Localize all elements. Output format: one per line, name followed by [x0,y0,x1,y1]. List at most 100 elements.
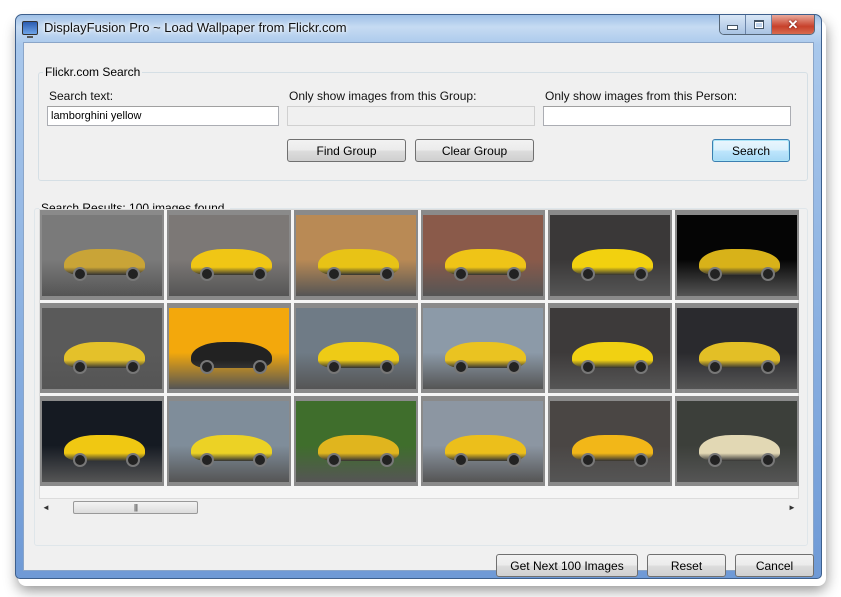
find-group-button[interactable]: Find Group [287,139,406,162]
thumbnail-image [296,401,416,482]
thumbnail-item[interactable] [294,396,418,486]
wheel-shape [761,452,775,467]
thumbnail-image [423,401,543,482]
wheel-shape [200,266,215,281]
wheel-shape [761,359,775,374]
wheel-shape [126,452,140,467]
thumbnail-image [42,401,162,482]
thumbnail-image [42,308,162,389]
wheel-shape [73,359,88,374]
wheel-shape [380,266,394,281]
scroll-right-icon[interactable]: ► [787,502,797,513]
thumbnail-image [550,215,670,296]
thumbnail-image [677,215,797,296]
flickr-search-group-title: Flickr.com Search [45,65,141,79]
search-text-input[interactable] [47,106,279,126]
thumbnail-image [169,215,289,296]
scrollbar-thumb[interactable]: ||| [73,501,198,514]
thumbnail-image [677,308,797,389]
thumbnail-item[interactable] [421,210,545,300]
thumbnail-image [296,308,416,389]
wheel-shape [126,359,140,374]
wheel-shape [73,266,88,281]
thumbnail-item[interactable] [548,396,672,486]
maximize-button[interactable] [746,15,772,34]
wheel-shape [454,452,469,467]
thumbnail-list[interactable] [39,209,799,499]
wheel-shape [253,266,267,281]
cancel-button[interactable]: Cancel [735,554,814,577]
thumbnail-item[interactable] [548,303,672,393]
wheel-shape [634,266,648,281]
grip-icon: ||| [133,503,138,512]
group-filter-label: Only show images from this Group: [289,89,477,103]
wheel-shape [200,359,215,374]
wheel-shape [708,452,723,467]
wheel-shape [454,359,469,374]
thumbnail-item[interactable] [294,303,418,393]
thumbnail-item[interactable] [675,210,799,300]
monitor-icon [22,21,38,38]
thumbnail-item[interactable] [167,303,291,393]
thumbnail-item[interactable] [548,210,672,300]
horizontal-scrollbar[interactable]: ◄ ||| ► [39,499,799,516]
title-bar[interactable]: DisplayFusion Pro ~ Load Wallpaper from … [16,15,821,42]
dialog-client-area: Flickr.com Search Search text: Only show… [23,42,814,577]
wheel-shape [507,266,521,281]
get-next-images-button[interactable]: Get Next 100 Images [496,554,638,577]
wheel-shape [380,359,394,374]
clear-group-button[interactable]: Clear Group [415,139,534,162]
wheel-shape [708,359,723,374]
wheel-shape [708,266,723,281]
thumbnail-image [550,308,670,389]
wheel-shape [581,266,596,281]
wheel-shape [761,266,775,281]
wheel-shape [454,266,469,281]
wheel-shape [581,452,596,467]
thumbnail-item[interactable] [421,396,545,486]
thumbnail-image [42,215,162,296]
thumbnail-grid [40,210,799,486]
wheel-shape [200,452,215,467]
wheel-shape [327,452,342,467]
wheel-shape [73,452,88,467]
person-filter-input[interactable] [543,106,791,126]
caption-buttons: ✕ [719,15,815,35]
wheel-shape [126,266,140,281]
wheel-shape [380,452,394,467]
maximize-icon [753,20,764,29]
thumbnail-item[interactable] [167,210,291,300]
thumbnail-item[interactable] [675,396,799,486]
thumbnail-item[interactable] [40,396,164,486]
window-title: DisplayFusion Pro ~ Load Wallpaper from … [44,20,347,35]
thumbnail-image [423,215,543,296]
thumbnail-item[interactable] [40,210,164,300]
wheel-shape [253,359,267,374]
search-text-label: Search text: [49,89,114,103]
close-button[interactable]: ✕ [772,15,814,34]
close-icon: ✕ [787,16,799,32]
thumbnail-item[interactable] [167,396,291,486]
minimize-icon [727,25,738,30]
person-filter-label: Only show images from this Person: [545,89,738,103]
thumbnail-image [677,401,797,482]
search-button[interactable]: Search [712,139,790,162]
thumbnail-image [550,401,670,482]
group-filter-input [287,106,535,126]
thumbnail-image [296,215,416,296]
thumbnail-item[interactable] [40,303,164,393]
flickr-wallpaper-window: DisplayFusion Pro ~ Load Wallpaper from … [15,14,822,579]
wheel-shape [581,359,596,374]
wheel-shape [327,266,342,281]
scroll-left-icon[interactable]: ◄ [41,502,51,513]
thumbnail-item[interactable] [294,210,418,300]
wheel-shape [327,359,342,374]
wheel-shape [507,359,521,374]
thumbnail-image [169,401,289,482]
minimize-button[interactable] [720,15,746,34]
thumbnail-image [169,308,289,389]
thumbnail-item[interactable] [421,303,545,393]
thumbnail-item[interactable] [675,303,799,393]
thumbnail-image [423,308,543,389]
reset-button[interactable]: Reset [647,554,726,577]
